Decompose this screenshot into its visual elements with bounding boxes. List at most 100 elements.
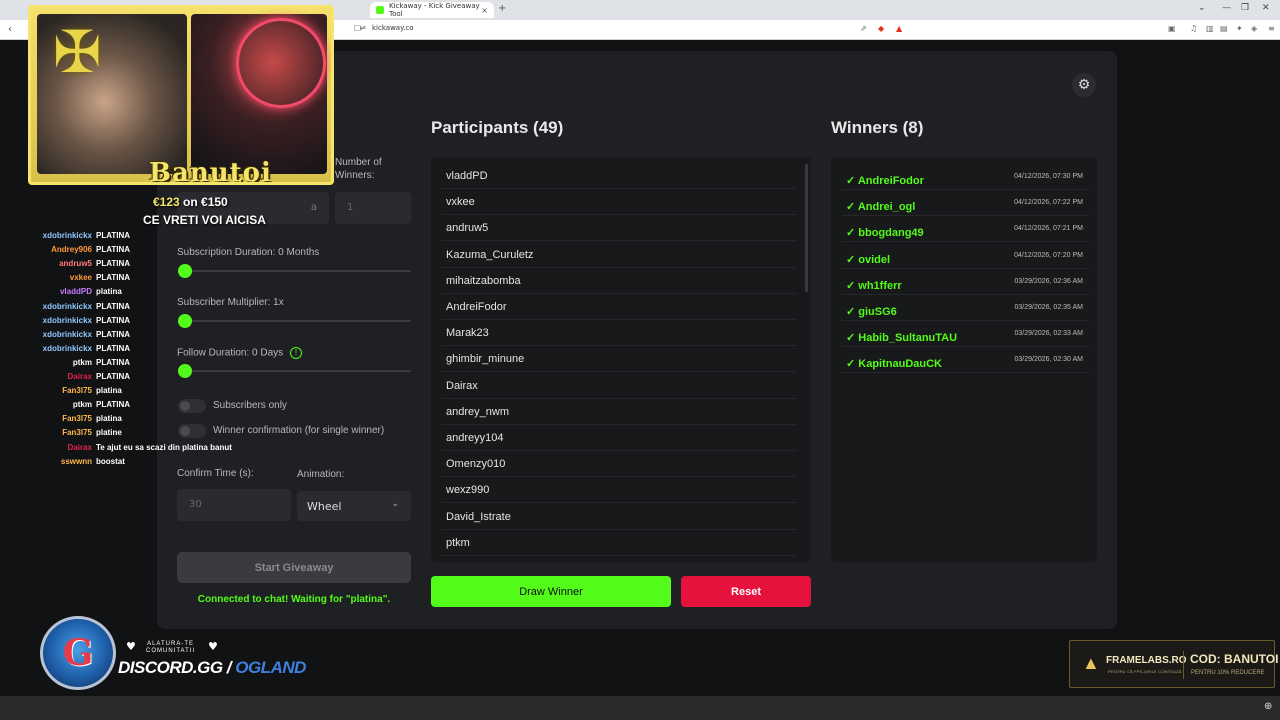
winner-timestamp: 04/12/2026, 07:30 PM xyxy=(1014,173,1083,180)
site-info-icon[interactable]: ⇌ xyxy=(360,24,366,32)
tab-title: Kickaway - Kick Giveaway Tool xyxy=(389,2,480,18)
promo-code-sub: PENTRU 10% REDUCERE xyxy=(1191,670,1265,676)
taskbar xyxy=(0,696,1280,720)
tab-close-icon[interactable]: × xyxy=(481,6,488,15)
neon-ring-icon xyxy=(236,18,326,108)
winner-name: ✓ Habib_SultanuTAU xyxy=(846,332,958,345)
heart-icon: ♥ xyxy=(208,640,218,653)
chat-username: ptkm xyxy=(72,400,92,410)
participant-row: andreyy104 xyxy=(441,425,797,451)
chat-username: Dairax xyxy=(67,372,92,381)
cross-logo-icon: ✠ xyxy=(53,18,102,86)
participant-row: ptkm xyxy=(441,530,797,556)
winner-timestamp: 04/12/2026, 07:20 PM xyxy=(1014,251,1083,259)
chat-message: platina xyxy=(96,386,122,396)
extension-icon[interactable]: ▣ xyxy=(1168,24,1176,33)
chat-username: xdobrinkickx xyxy=(42,343,92,353)
brave-shield-icon[interactable]: ◆ xyxy=(878,24,884,33)
winner-row: ✓ KapitnauDauCK 03/29/2026, 02:30 AM xyxy=(841,347,1089,374)
sidebar-icon[interactable]: ▥ xyxy=(1206,24,1214,33)
chat-line: Andrey906 PLATINA xyxy=(30,245,290,259)
chat-line: vladdPD platina xyxy=(30,287,290,301)
winner-timestamp: 04/12/2026, 07:22 PM xyxy=(1014,199,1083,207)
winner-name: ✓ KapitnauDauCK xyxy=(846,358,942,371)
promo-brand-sub: PENTRU CĂ FPS-URILE CONTEAZĂ xyxy=(1108,669,1182,674)
wallet-icon[interactable]: ▤ xyxy=(1220,24,1228,33)
tab-search-icon[interactable]: ⌄ xyxy=(1198,3,1206,13)
chat-line: xdobrinkickx PLATINA xyxy=(30,302,290,316)
heart-icon: ♥ xyxy=(126,640,136,653)
participant-row: vladdPD xyxy=(441,163,797,189)
taskbar-settings-icon[interactable]: ⊕ xyxy=(1264,701,1272,712)
reset-button[interactable]: Reset xyxy=(681,576,811,607)
participant-row: AndreiFodor xyxy=(441,294,797,320)
chat-message: PLATINA xyxy=(96,329,131,339)
winner-timestamp: 03/29/2026, 02:30 AM xyxy=(1014,356,1084,364)
chat-line: Fan3l75 platina xyxy=(30,414,290,428)
leo-icon[interactable]: ✦ xyxy=(1236,24,1243,33)
chat-username: sswwnn xyxy=(60,456,92,466)
participants-scrollbar[interactable] xyxy=(805,164,808,292)
participants-list[interactable]: vladdPD vxkee andruw5 Kazuma_Curuletz mihait… xyxy=(431,157,811,562)
kick-favicon-icon xyxy=(376,6,384,14)
participant-row: mihaitzabomba xyxy=(441,268,797,294)
participant-row: wexz990 xyxy=(441,477,797,504)
share-icon[interactable]: ⇗ xyxy=(860,24,867,33)
back-icon[interactable]: ‹ xyxy=(8,24,12,35)
goal-subtitle: CE VRETI VOI AICISA xyxy=(143,213,266,227)
flame-icon: ▲ xyxy=(1082,653,1100,673)
new-tab-icon[interactable]: + xyxy=(498,3,506,14)
invite-line-1: ALATURA-TE xyxy=(147,641,194,647)
chat-username: ptkm xyxy=(72,357,92,367)
chat-message: Te ajut eu sa scazi din platina banut xyxy=(96,442,232,452)
info-icon[interactable]: ! xyxy=(289,347,302,359)
restore-icon[interactable]: ❐ xyxy=(1241,3,1249,13)
winner-name: ✓ AndreiFodor xyxy=(846,175,924,187)
number-of-winners-input[interactable]: 1 xyxy=(335,192,411,224)
winner-row: ✓ ovidel 04/12/2026, 07:20 PM xyxy=(841,243,1089,269)
settings-gear-icon[interactable]: ⚙ xyxy=(1072,73,1096,97)
confirm-time-input[interactable]: 30 xyxy=(177,489,291,521)
media-icon[interactable]: ♫ xyxy=(1190,24,1197,33)
brave-rewards-icon[interactable]: ▲ xyxy=(896,24,902,33)
connection-status: Connected to chat! Waiting for "platina"… xyxy=(197,594,391,605)
vpn-icon[interactable]: ◈ xyxy=(1251,24,1257,33)
winner-timestamp: 03/29/2026, 02:35 AM xyxy=(1014,304,1084,311)
winner-row: ✓ wh1fferr 03/29/2026, 02:36 AM xyxy=(841,269,1089,295)
chat-message: PLATINA xyxy=(96,245,131,255)
tab-kickaway[interactable]: Kickaway - Kick Giveaway Tool × xyxy=(370,2,494,18)
chat-username: xdobrinkickx xyxy=(42,231,92,240)
chat-message: platina xyxy=(96,414,122,424)
winner-timestamp: 03/29/2026, 02:33 AM xyxy=(1014,330,1084,338)
participant-row: andrey_nwm xyxy=(441,399,797,425)
chat-message: PLATINA xyxy=(96,357,131,367)
chat-username: xdobrinkickx xyxy=(42,329,92,339)
webcam-overlay: ✠ Banutoi xyxy=(28,5,334,185)
chat-line: Fan3l75 platine xyxy=(30,428,290,442)
minimize-icon[interactable]: — xyxy=(1222,3,1231,13)
animation-label: Animation: xyxy=(297,469,345,480)
chat-line: sswwnn boostat xyxy=(30,457,290,471)
promo-divider xyxy=(1183,651,1184,679)
chat-message: PLATINA xyxy=(96,301,131,311)
chat-username: Dairax xyxy=(67,442,92,452)
draw-winner-button[interactable]: Draw Winner xyxy=(431,576,671,607)
chat-message: PLATINA xyxy=(96,231,131,240)
winner-name: ✓ wh1fferr xyxy=(846,279,902,292)
winner-row: ✓ bbogdang49 04/12/2026, 07:21 PM xyxy=(841,216,1089,243)
url-field[interactable]: kickaway.co xyxy=(372,24,414,32)
chat-message: PLATINA xyxy=(96,400,131,410)
start-giveaway-button[interactable]: Start Giveaway xyxy=(177,552,411,583)
chat-username: xdobrinkickx xyxy=(42,315,92,325)
animation-select[interactable]: Wheel ⌄ xyxy=(297,491,411,521)
chat-username: Fan3l75 xyxy=(62,386,92,396)
winners-title: Winners (8) xyxy=(831,118,924,137)
close-window-icon[interactable]: ✕ xyxy=(1262,3,1270,13)
menu-icon[interactable]: ≡ xyxy=(1268,24,1275,33)
number-of-winners-label: Number of Winners: xyxy=(335,157,382,181)
winner-name: ✓ ovidel xyxy=(846,253,891,266)
chat-line: ptkm PLATINA xyxy=(30,400,290,414)
chat-message: PLATINA xyxy=(96,315,131,325)
goal-rest: on €150 xyxy=(179,195,228,209)
discord-url-suffix: OGLAND xyxy=(235,658,306,677)
